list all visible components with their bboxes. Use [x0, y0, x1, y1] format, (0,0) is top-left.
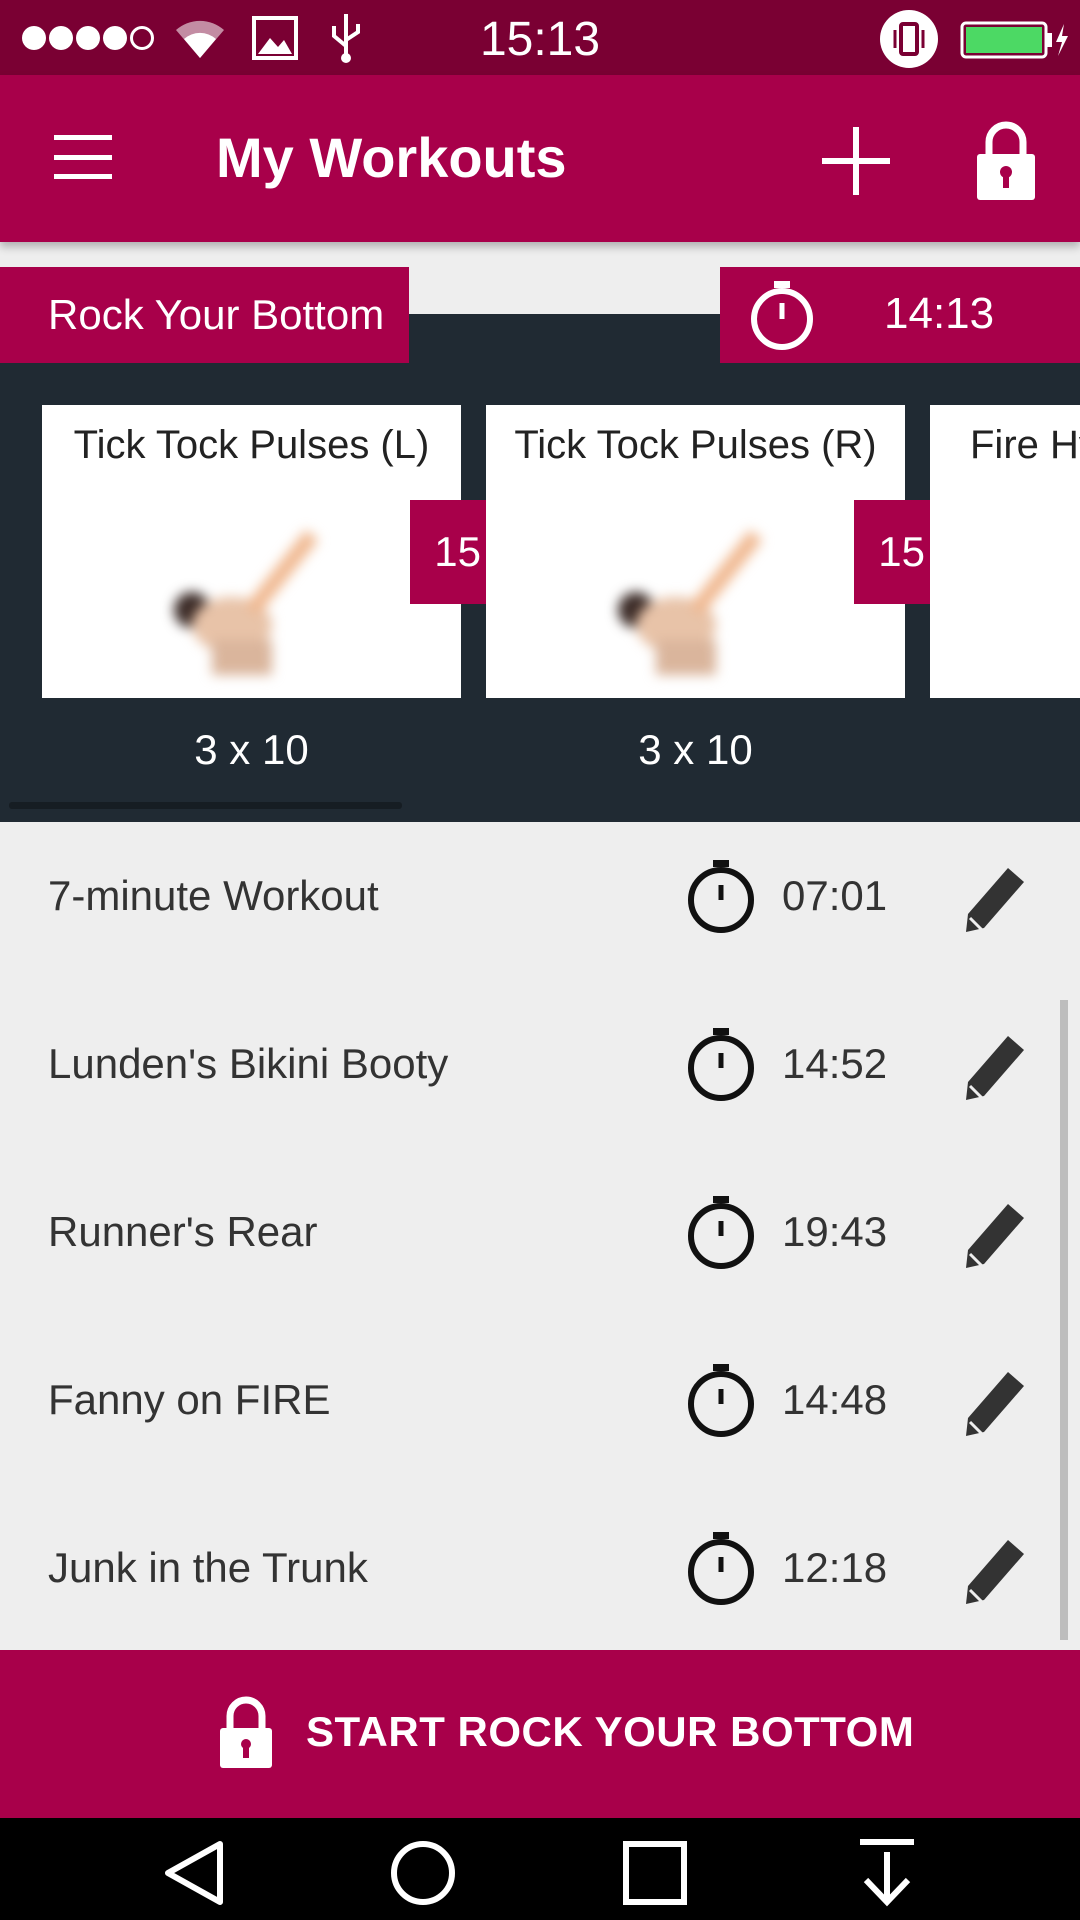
workout-duration: 12:18: [782, 1544, 888, 1591]
exercise-carousel[interactable]: Tick Tock Pulses (L) 15 s 3 x 10 Tick To…: [0, 314, 1080, 822]
workout-duration: 07:01: [782, 872, 888, 919]
menu-icon[interactable]: [54, 135, 112, 179]
home-icon[interactable]: [388, 1838, 458, 1908]
lock-icon: [220, 1696, 272, 1768]
list-item[interactable]: Fanny on FIRE 14:48: [0, 1326, 1060, 1494]
carousel-scroll-indicator: [9, 802, 402, 809]
navigation-bar: [0, 1818, 1080, 1920]
exercise-name: Fire Hy: [970, 423, 1080, 467]
add-icon[interactable]: [820, 125, 892, 197]
workout-duration: 19:43: [782, 1208, 888, 1255]
exercise-name: Tick Tock Pulses (R): [514, 423, 877, 467]
edit-icon[interactable]: [962, 1196, 1026, 1272]
workout-name: Junk in the Trunk: [48, 1544, 368, 1591]
exercise-reps: 3 x 10: [638, 726, 753, 773]
edit-icon[interactable]: [962, 860, 1026, 936]
stopwatch-icon: [688, 860, 754, 933]
exercise-reps: 3 x 10: [194, 726, 309, 773]
list-item[interactable]: Lunden's Bikini Booty 14:52: [0, 990, 1060, 1158]
start-button-label: START ROCK YOUR BOTTOM: [306, 1708, 915, 1755]
workout-list: 7-minute Workout 07:01 Lunden's Bikini B…: [0, 822, 1080, 1647]
edit-icon[interactable]: [962, 1364, 1026, 1440]
back-icon[interactable]: [160, 1838, 230, 1908]
stopwatch-icon: [688, 1532, 754, 1605]
workout-name: Lunden's Bikini Booty: [48, 1040, 449, 1087]
stopwatch-icon: [688, 1364, 754, 1437]
exercise-image: [174, 530, 319, 675]
workout-name: Runner's Rear: [48, 1208, 318, 1255]
duration-value: 14:13: [884, 289, 995, 338]
exercise-card[interactable]: Fire Hy: [930, 405, 1080, 698]
edit-icon[interactable]: [962, 1028, 1026, 1104]
workout-name: 7-minute Workout: [48, 872, 379, 919]
download-arrow-icon[interactable]: [852, 1838, 922, 1908]
battery-charging-icon: [960, 21, 1068, 59]
current-workout-name: Rock Your Bottom: [0, 267, 409, 363]
exercise-image: [618, 530, 763, 675]
list-item[interactable]: Junk in the Trunk 12:18: [0, 1494, 1060, 1662]
start-workout-button[interactable]: START ROCK YOUR BOTTOM: [0, 1650, 1080, 1818]
recents-icon[interactable]: [620, 1838, 690, 1908]
page-title: My Workouts: [216, 126, 567, 189]
workout-duration: 14:48: [782, 1376, 888, 1423]
status-bar: 15:13: [0, 0, 1080, 75]
list-item[interactable]: Runner's Rear 19:43: [0, 1158, 1060, 1326]
stopwatch-icon: [688, 1028, 754, 1101]
workout-duration: 14:52: [782, 1040, 888, 1087]
exercise-name: Tick Tock Pulses (L): [73, 423, 430, 467]
edit-icon[interactable]: [962, 1532, 1026, 1608]
exercise-card[interactable]: Tick Tock Pulses (L): [42, 405, 461, 698]
vibrate-icon: [880, 10, 938, 68]
app-bar: My Workouts: [0, 75, 1080, 242]
list-item[interactable]: 7-minute Workout 07:01: [0, 822, 1060, 990]
current-workout-duration: 14:13: [720, 267, 1080, 363]
stopwatch-icon: [751, 281, 813, 350]
list-scrollbar[interactable]: [1060, 1000, 1068, 1640]
stopwatch-icon: [688, 1196, 754, 1269]
lock-icon[interactable]: [975, 120, 1037, 202]
workout-name: Fanny on FIRE: [48, 1376, 331, 1423]
exercise-card[interactable]: Tick Tock Pulses (R): [486, 405, 905, 698]
